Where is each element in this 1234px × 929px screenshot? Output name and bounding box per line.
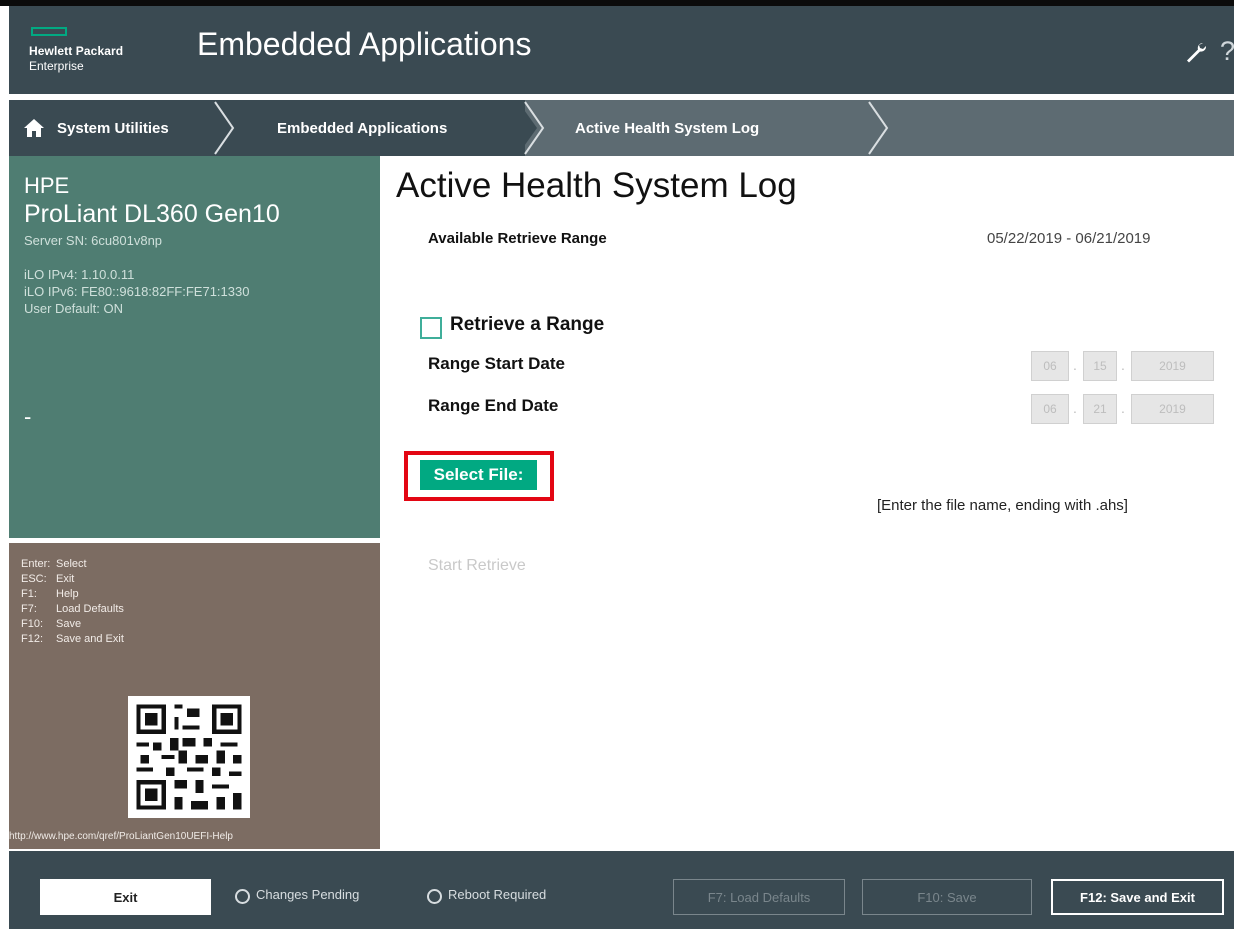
load-defaults-button[interactable]: F7: Load Defaults bbox=[673, 879, 845, 915]
key-name: Enter: bbox=[21, 558, 51, 570]
breadcrumb-item-system-utilities[interactable]: System Utilities bbox=[9, 100, 235, 156]
range-end-date-label: Range End Date bbox=[428, 396, 559, 415]
available-range-label: Available Retrieve Range bbox=[428, 230, 607, 247]
key-action: Exit bbox=[56, 573, 75, 585]
header-bar: Hewlett Packard Enterprise Embedded Appl… bbox=[9, 6, 1234, 94]
key-legend-item: F12: Save and Exit bbox=[21, 633, 124, 645]
retrieve-range-label[interactable]: Retrieve a Range bbox=[450, 314, 604, 336]
start-retrieve-button[interactable]: Start Retrieve bbox=[428, 557, 526, 575]
start-date-year-field[interactable]: 2019 bbox=[1131, 351, 1214, 381]
reboot-required-radio bbox=[427, 889, 442, 904]
key-name: F10: bbox=[21, 618, 44, 630]
hpe-logo-mark bbox=[31, 27, 67, 36]
key-legend-panel: Enter: Select ESC: Exit F1: Help F7: Loa… bbox=[9, 543, 380, 849]
logo-line2: Enterprise bbox=[29, 59, 84, 73]
server-serial: Server SN: 6cu801v8np bbox=[24, 233, 163, 248]
key-action: Save bbox=[56, 618, 82, 630]
hpe-logo: Hewlett Packard Enterprise bbox=[29, 23, 179, 83]
key-legend-item: Enter: Select bbox=[21, 558, 87, 570]
range-start-date-label: Range Start Date bbox=[428, 354, 565, 373]
page-title: Active Health System Log bbox=[396, 166, 797, 205]
server-model: ProLiant DL360 Gen10 bbox=[24, 200, 280, 228]
chevron-right-icon bbox=[861, 100, 889, 156]
key-legend-item: F10: Save bbox=[21, 618, 81, 630]
server-status-dash: - bbox=[24, 404, 32, 429]
key-name: F12: bbox=[21, 633, 44, 645]
app-title: Embedded Applications bbox=[197, 26, 532, 62]
breadcrumb-label: Embedded Applications bbox=[277, 119, 448, 137]
ilo-ipv6: iLO IPv6: FE80::9618:82FF:FE71:1330 bbox=[24, 284, 250, 299]
save-and-exit-button[interactable]: F12: Save and Exit bbox=[1051, 879, 1224, 915]
retrieve-range-checkbox[interactable] bbox=[420, 317, 442, 339]
end-date-year-field[interactable]: 2019 bbox=[1131, 394, 1214, 424]
key-legend-item: F1: Help bbox=[21, 588, 79, 600]
ilo-ipv4: iLO IPv4: 1.10.0.11 bbox=[24, 267, 135, 282]
uefi-screen: Hewlett Packard Enterprise Embedded Appl… bbox=[0, 0, 1234, 929]
key-action: Select bbox=[56, 558, 87, 570]
breadcrumb-label: System Utilities bbox=[57, 119, 169, 137]
logo-line1: Hewlett Packard bbox=[29, 44, 124, 58]
qr-code-icon[interactable] bbox=[128, 696, 250, 818]
date-separator: . bbox=[1121, 357, 1125, 373]
available-range-value: 05/22/2019 - 06/21/2019 bbox=[987, 230, 1151, 247]
key-name: ESC: bbox=[21, 573, 47, 585]
date-separator: . bbox=[1121, 400, 1125, 416]
server-info-panel: HPE ProLiant DL360 Gen10 Server SN: 6cu8… bbox=[9, 156, 380, 538]
breadcrumb-item-embedded-applications[interactable]: Embedded Applications bbox=[235, 100, 525, 156]
user-default: User Default: ON bbox=[24, 301, 123, 316]
key-action: Save and Exit bbox=[56, 633, 124, 645]
server-brand: HPE bbox=[24, 173, 70, 198]
key-name: F7: bbox=[21, 603, 37, 615]
exit-button[interactable]: Exit bbox=[40, 879, 211, 915]
changes-pending-label: Changes Pending bbox=[256, 887, 360, 902]
key-legend-item: F7: Load Defaults bbox=[21, 603, 124, 615]
save-button[interactable]: F10: Save bbox=[862, 879, 1032, 915]
changes-pending-radio bbox=[235, 889, 250, 904]
help-icon[interactable]: ? bbox=[1220, 36, 1234, 67]
chevron-right-icon bbox=[209, 100, 235, 156]
help-url-link[interactable]: http://www.hpe.com/qref/ProLiantGen10UEF… bbox=[9, 831, 233, 842]
file-name-hint: [Enter the file name, ending with .ahs] bbox=[877, 497, 1128, 514]
key-action: Help bbox=[56, 588, 79, 600]
key-name: F1: bbox=[21, 588, 37, 600]
breadcrumb-item-ahs-log[interactable]: Active Health System Log bbox=[525, 100, 881, 156]
end-date-day-field[interactable]: 21 bbox=[1083, 394, 1117, 424]
start-date-month-field[interactable]: 06 bbox=[1031, 351, 1069, 381]
breadcrumb-label: Active Health System Log bbox=[575, 119, 760, 137]
breadcrumb: Active Health System Log Embedded Applic… bbox=[9, 100, 1234, 156]
select-file-button[interactable]: Select File: bbox=[420, 460, 537, 490]
date-separator: . bbox=[1073, 357, 1077, 373]
start-date-day-field[interactable]: 15 bbox=[1083, 351, 1117, 381]
reboot-required-label: Reboot Required bbox=[448, 887, 547, 902]
end-date-month-field[interactable]: 06 bbox=[1031, 394, 1069, 424]
key-action: Load Defaults bbox=[56, 603, 124, 615]
key-legend-item: ESC: Exit bbox=[21, 573, 74, 585]
chevron-right-icon bbox=[517, 100, 545, 156]
date-separator: . bbox=[1073, 400, 1077, 416]
wrench-icon[interactable] bbox=[1184, 41, 1208, 65]
home-icon bbox=[24, 119, 44, 137]
